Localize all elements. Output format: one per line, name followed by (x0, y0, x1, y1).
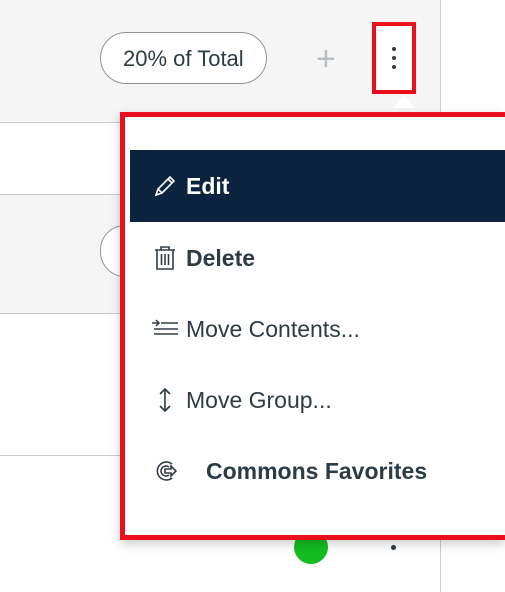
kebab-icon (392, 47, 396, 69)
pencil-icon (150, 171, 180, 201)
menu-item-move-contents[interactable]: Move Contents... (130, 293, 505, 365)
menu-item-commons-favorites[interactable]: Commons Favorites (130, 435, 505, 507)
menu-item-label: Move Contents... (186, 315, 360, 342)
menu-item-label: Edit (186, 172, 230, 199)
menu-item-edit[interactable]: Edit (130, 150, 505, 222)
menu-item-delete[interactable]: Delete (130, 222, 505, 294)
group-options-menu: Edit Delete Move Contents... Move Group.… (120, 112, 505, 540)
menu-caret (393, 95, 415, 108)
group-options-button[interactable] (372, 22, 416, 94)
menu-item-label: Delete (186, 244, 256, 271)
trash-icon (150, 243, 180, 273)
menu-item-label: Commons Favorites (206, 457, 428, 484)
menu-item-move-group[interactable]: Move Group... (130, 364, 505, 436)
group-weight-badge: 20% of Total (100, 32, 267, 84)
item-options-icon[interactable] (391, 545, 396, 550)
commons-share-icon (150, 456, 180, 486)
move-vertical-icon (150, 385, 180, 415)
move-contents-icon (150, 314, 180, 344)
add-assignment-icon[interactable]: + (316, 42, 336, 76)
page: 20% of Total + Edit Delete Move Contents… (0, 0, 505, 592)
menu-item-label: Move Group... (186, 386, 332, 413)
